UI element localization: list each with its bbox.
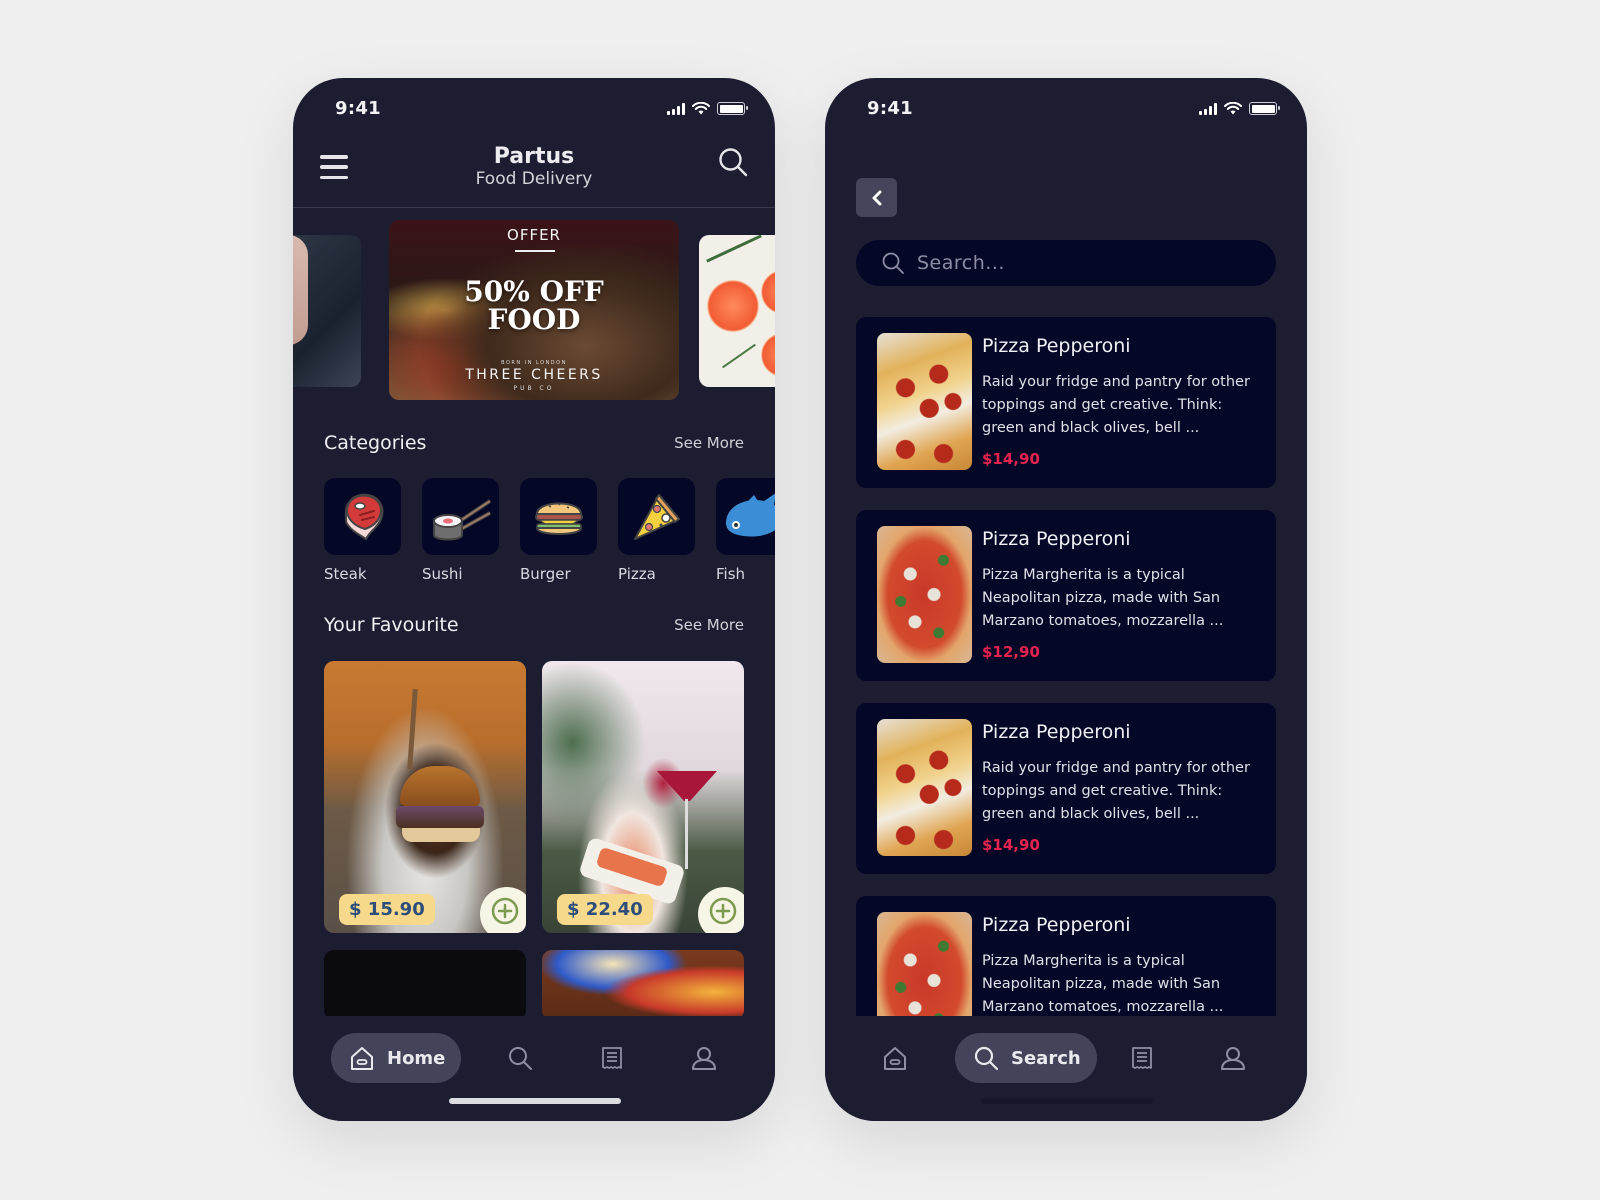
favourite-card[interactable] [542, 950, 744, 1020]
pepperoni-photo [877, 333, 972, 470]
home-screen: 9:41 Partus Food Delivery OFFER 50% OFF … [293, 78, 775, 1121]
result-card[interactable]: Pizza Pepperoni Pizza Margherita is a ty… [856, 510, 1276, 681]
app-name: Partus [493, 144, 575, 169]
search-screen: 9:41 Pizza Pepperoni Raid yo [825, 78, 1307, 1121]
nav-orders[interactable] [1127, 1033, 1157, 1083]
home-icon [351, 1047, 373, 1070]
result-card[interactable]: Pizza Pepperoni Raid your fridge and pan… [856, 317, 1276, 488]
nav-home[interactable] [880, 1033, 910, 1083]
divider [515, 250, 555, 252]
home-icon [884, 1047, 906, 1070]
favourite-header: Your Favourite See More [324, 614, 744, 636]
steak-icon [344, 493, 383, 540]
burger-icon [534, 502, 583, 535]
status-bar: 9:41 [825, 96, 1307, 126]
offer-banner[interactable]: OFFER 50% OFF FOOD BORN IN LONDON THREE … [389, 220, 679, 400]
result-card[interactable]: Pizza Pepperoni Raid your fridge and pan… [856, 703, 1276, 874]
search-input[interactable] [917, 252, 1247, 274]
receipt-icon [602, 1047, 622, 1069]
offer-brand: THREE CHEERS [465, 367, 603, 383]
battery-icon [717, 102, 748, 115]
result-title: Pizza Pepperoni [982, 721, 1131, 743]
signal-icon [667, 102, 685, 115]
fish-icon [726, 493, 775, 537]
category-sushi[interactable]: Sushi [422, 478, 499, 583]
result-description: Pizza Margherita is a typical Neapolitan… [982, 567, 1224, 629]
price-badge: $ 22.40 [557, 894, 653, 925]
chevron-left-icon [872, 190, 881, 205]
result-description: Raid your fridge and pantry for other to… [982, 374, 1250, 436]
search-icon[interactable] [717, 146, 749, 178]
pizza-icon [633, 493, 680, 540]
category-list: Steak Sushi Burger Pizza Fish [324, 478, 775, 583]
back-button[interactable] [856, 178, 897, 217]
search-icon [509, 1047, 532, 1070]
app-title-block: Partus Food Delivery [293, 144, 775, 189]
home-indicator [981, 1098, 1153, 1104]
result-description: Pizza Margherita is a typical Neapolitan… [982, 953, 1224, 1015]
categories-header: Categories See More [324, 432, 744, 454]
search-results: Pizza Pepperoni Raid your fridge and pan… [856, 317, 1276, 1017]
search-field[interactable] [856, 240, 1276, 286]
result-price: $14,90 [982, 836, 1040, 854]
status-bar: 9:41 [293, 96, 775, 126]
favourite-card[interactable] [324, 950, 526, 1020]
plus-circle-icon [491, 897, 519, 925]
offer-headline: 50% OFF FOOD [464, 275, 604, 336]
margherita-photo [877, 526, 972, 663]
nav-profile[interactable] [1218, 1033, 1248, 1083]
nav-orders[interactable] [597, 1033, 627, 1083]
result-description: Raid your fridge and pantry for other to… [982, 760, 1250, 822]
result-title: Pizza Pepperoni [982, 335, 1131, 357]
add-to-cart-button[interactable] [480, 887, 526, 933]
search-icon [882, 252, 904, 274]
pepperoni-photo [877, 719, 972, 856]
favourite-card-burger[interactable]: $ 15.90 [324, 661, 526, 933]
nav-profile[interactable] [689, 1033, 719, 1083]
wifi-icon [1224, 102, 1242, 115]
category-fish[interactable]: Fish [716, 478, 775, 583]
nav-search[interactable] [505, 1033, 535, 1083]
wifi-icon [692, 102, 710, 115]
add-to-cart-button[interactable] [698, 887, 744, 933]
result-price: $12,90 [982, 643, 1040, 661]
carousel-slide-next[interactable] [699, 235, 775, 387]
search-icon [974, 1046, 999, 1071]
receipt-icon [1132, 1047, 1152, 1069]
plus-circle-icon [709, 897, 737, 925]
offer-carousel[interactable]: OFFER 50% OFF FOOD BORN IN LONDON THREE … [293, 220, 775, 400]
favourite-title: Your Favourite [324, 614, 459, 636]
home-indicator [449, 1098, 621, 1104]
signal-icon [1199, 102, 1217, 115]
category-pizza[interactable]: Pizza [618, 478, 695, 583]
price-badge: $ 15.90 [339, 894, 435, 925]
status-time: 9:41 [335, 98, 381, 119]
carousel-slide-previous[interactable] [293, 235, 361, 387]
favourite-card-sushi[interactable]: $ 22.40 [542, 661, 744, 933]
category-burger[interactable]: Burger [520, 478, 597, 583]
app-header: Partus Food Delivery [293, 136, 775, 208]
battery-icon [1249, 102, 1280, 115]
nav-home[interactable]: Home [331, 1033, 462, 1083]
categories-see-more-link[interactable]: See More [674, 434, 744, 452]
result-title: Pizza Pepperoni [982, 528, 1131, 550]
favourite-see-more-link[interactable]: See More [674, 616, 744, 634]
margherita-photo [877, 912, 972, 1017]
category-steak[interactable]: Steak [324, 478, 401, 583]
offer-brand-tagline: BORN IN LONDON [501, 360, 567, 366]
user-icon [692, 1047, 716, 1070]
app-subtitle: Food Delivery [475, 169, 593, 189]
status-time: 9:41 [867, 98, 913, 119]
bottom-nav: Search [825, 1016, 1307, 1121]
result-card[interactable]: Pizza Pepperoni Pizza Margherita is a ty… [856, 896, 1276, 1017]
result-price: $14,90 [982, 450, 1040, 468]
nav-search[interactable]: Search [955, 1033, 1097, 1083]
sushi-icon [432, 498, 491, 540]
categories-title: Categories [324, 432, 427, 454]
result-title: Pizza Pepperoni [982, 914, 1131, 936]
offer-tag: OFFER [507, 226, 561, 244]
bottom-nav: Home [293, 1016, 775, 1121]
offer-brand-sub: PUB CO [513, 385, 555, 392]
user-icon [1221, 1047, 1245, 1070]
